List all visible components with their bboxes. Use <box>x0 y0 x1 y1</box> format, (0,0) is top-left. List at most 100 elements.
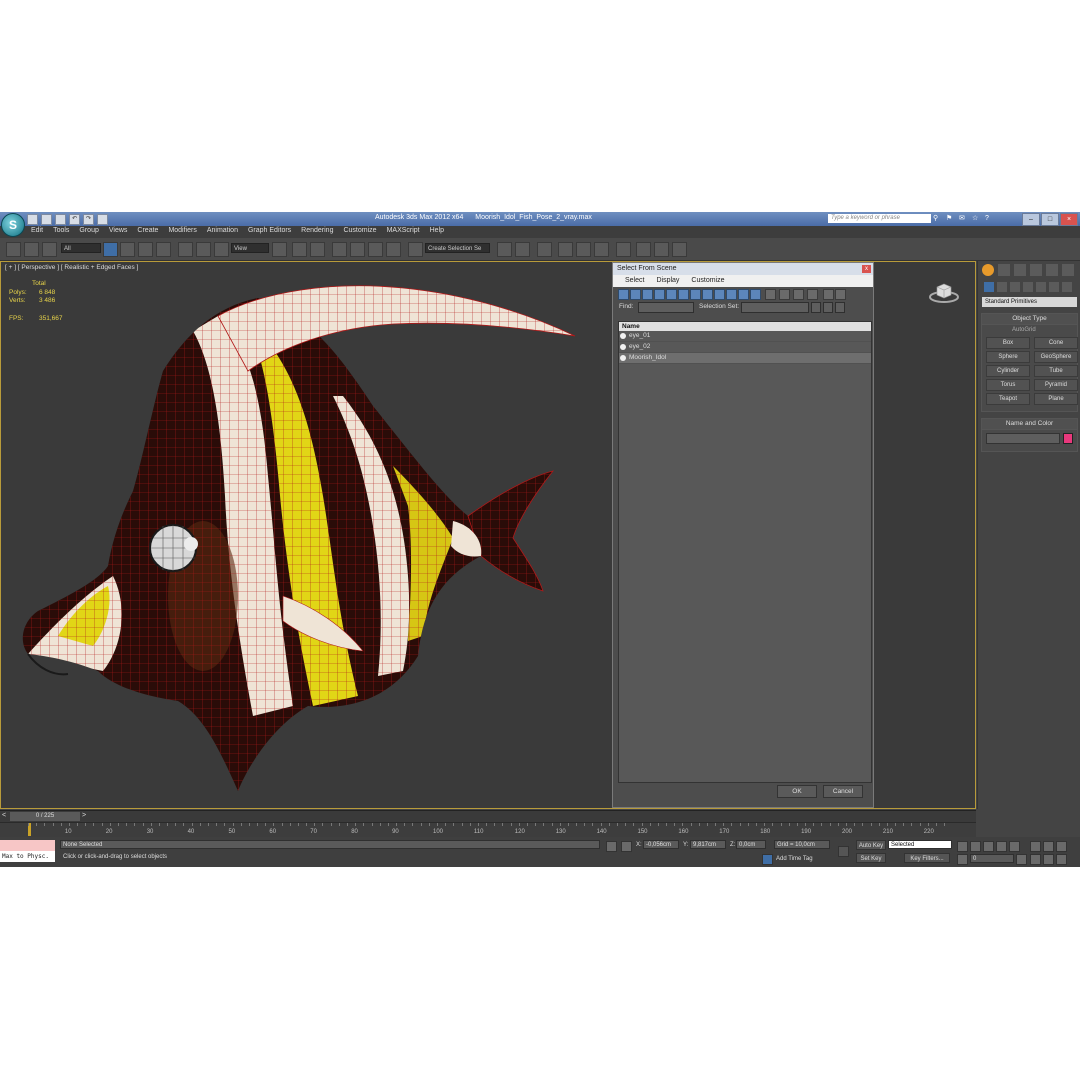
save-file-icon[interactable] <box>55 214 66 225</box>
select-and-move-icon[interactable] <box>178 242 193 257</box>
menu-animation[interactable]: Animation <box>207 227 238 234</box>
time-slider-next-icon[interactable]: > <box>82 812 86 819</box>
primitive-category-select[interactable]: Standard Primitives <box>982 297 1077 307</box>
autogrid-checkbox[interactable]: AutoGrid <box>982 327 1077 333</box>
layer-manager-icon[interactable] <box>537 242 552 257</box>
orbit-icon[interactable] <box>1056 854 1067 865</box>
select-and-scale-icon[interactable] <box>214 242 229 257</box>
go-to-start-icon[interactable] <box>957 841 968 852</box>
invert-display-icon[interactable] <box>793 289 804 300</box>
object-list[interactable]: Name eye_01 eye_02 Moorish_Idol <box>618 321 872 783</box>
display-geometry-icon[interactable] <box>618 289 629 300</box>
select-object-icon[interactable] <box>103 242 118 257</box>
cancel-button[interactable]: Cancel <box>823 785 863 798</box>
transform-mode-icon[interactable] <box>621 841 632 852</box>
reference-coordinate-select[interactable]: View <box>231 243 269 253</box>
menu-help[interactable]: Help <box>430 227 444 234</box>
object-color-swatch[interactable] <box>1062 433 1073 444</box>
time-configuration-icon[interactable] <box>1016 854 1027 865</box>
render-production-icon[interactable] <box>672 242 687 257</box>
list-item[interactable]: eye_01 <box>619 331 871 342</box>
display-shapes-icon[interactable] <box>630 289 641 300</box>
add-time-tag-icon[interactable] <box>762 854 773 865</box>
menu-views[interactable]: Views <box>109 227 128 234</box>
cone-button[interactable]: Cone <box>1034 337 1078 349</box>
display-lights-icon[interactable] <box>642 289 653 300</box>
shapes-icon[interactable] <box>997 282 1007 292</box>
new-file-icon[interactable] <box>27 214 38 225</box>
maxscript-output[interactable] <box>0 840 55 851</box>
cylinder-button[interactable]: Cylinder <box>986 365 1030 377</box>
unlink-icon[interactable] <box>24 242 39 257</box>
fish-model[interactable] <box>13 276 613 806</box>
previous-frame-icon[interactable] <box>970 841 981 852</box>
app-logo-button[interactable]: S <box>1 213 25 237</box>
plane-button[interactable]: Plane <box>1034 393 1078 405</box>
space-warps-icon[interactable] <box>1049 282 1059 292</box>
binoculars-icon[interactable]: ⚲ <box>933 214 941 223</box>
display-cameras-icon[interactable] <box>654 289 665 300</box>
dialog-close-icon[interactable]: x <box>862 265 871 273</box>
create-tab-icon[interactable] <box>982 264 994 276</box>
communication-icon[interactable]: ✉ <box>959 214 967 223</box>
undo-icon[interactable]: ↶ <box>69 214 80 225</box>
geosphere-button[interactable]: GeoSphere <box>1034 351 1078 363</box>
set-key-icon[interactable] <box>838 846 849 857</box>
zoom-all-icon[interactable] <box>1043 841 1054 852</box>
menu-maxscript[interactable]: MAXScript <box>387 227 420 234</box>
menu-customize[interactable]: Customize <box>343 227 376 234</box>
menu-create[interactable]: Create <box>137 227 158 234</box>
time-slider-prev-icon[interactable]: < <box>2 812 6 819</box>
pivot-center-icon[interactable] <box>272 242 287 257</box>
help-icon[interactable]: ? <box>985 214 993 223</box>
subscription-icon[interactable]: ⚑ <box>946 214 954 223</box>
key-mode-toggle-icon[interactable] <box>957 854 968 865</box>
graphite-ribbon-icon[interactable] <box>558 242 573 257</box>
auto-key-button[interactable]: Auto Key <box>856 840 886 850</box>
render-setup-icon[interactable] <box>636 242 651 257</box>
menu-edit[interactable]: Edit <box>31 227 43 234</box>
open-file-icon[interactable] <box>41 214 52 225</box>
menu-modifiers[interactable]: Modifiers <box>168 227 196 234</box>
display-tab-icon[interactable] <box>1046 264 1058 276</box>
minimize-icon[interactable]: – <box>1022 213 1040 226</box>
cameras-icon[interactable] <box>1023 282 1033 292</box>
maximize-icon[interactable]: □ <box>1041 213 1059 226</box>
play-icon[interactable] <box>983 841 994 852</box>
set-key-button[interactable]: Set Key <box>856 853 886 863</box>
hierarchy-tab-icon[interactable] <box>1014 264 1026 276</box>
torus-button[interactable]: Torus <box>986 379 1030 391</box>
select-by-name-icon[interactable] <box>120 242 135 257</box>
ok-button[interactable]: OK <box>777 785 817 798</box>
lights-icon[interactable] <box>1010 282 1020 292</box>
sphere-button[interactable]: Sphere <box>986 351 1030 363</box>
pan-view-icon[interactable] <box>1043 854 1054 865</box>
select-all-icon[interactable] <box>807 289 818 300</box>
curve-editor-icon[interactable] <box>576 242 591 257</box>
filter-icon[interactable] <box>823 289 834 300</box>
material-editor-icon[interactable] <box>616 242 631 257</box>
help-search-input[interactable]: Type a keyword or phrase <box>828 214 931 223</box>
rendered-frame-window-icon[interactable] <box>654 242 669 257</box>
mirror-icon[interactable] <box>497 242 512 257</box>
lock-selection-icon[interactable] <box>606 841 617 852</box>
display-xrefs-icon[interactable] <box>702 289 713 300</box>
project-folder-icon[interactable] <box>97 214 108 225</box>
selection-filter-select[interactable]: All <box>61 243 101 253</box>
close-icon[interactable]: × <box>1060 213 1078 226</box>
angle-snap-icon[interactable] <box>350 242 365 257</box>
select-manipulate-icon[interactable] <box>292 242 307 257</box>
key-filters-button[interactable]: Key Filters... <box>904 853 950 863</box>
object-type-title[interactable]: Object Type <box>982 314 1077 325</box>
selection-set-select[interactable] <box>741 302 809 313</box>
selection-set-add-icon[interactable] <box>811 302 821 313</box>
z-coordinate-field[interactable]: 0,0cm <box>736 840 766 849</box>
key-mode-select[interactable]: Selected <box>888 840 952 849</box>
viewport-label[interactable]: [ + ] [ Perspective ] [ Realistic + Edge… <box>5 264 138 271</box>
keyboard-shortcut-icon[interactable] <box>310 242 325 257</box>
x-coordinate-field[interactable]: -0,056cm <box>643 840 679 849</box>
menu-tools[interactable]: Tools <box>53 227 69 234</box>
display-bones-icon[interactable] <box>714 289 725 300</box>
list-item[interactable]: Moorish_Idol <box>619 353 871 364</box>
menu-graph-editors[interactable]: Graph Editors <box>248 227 291 234</box>
